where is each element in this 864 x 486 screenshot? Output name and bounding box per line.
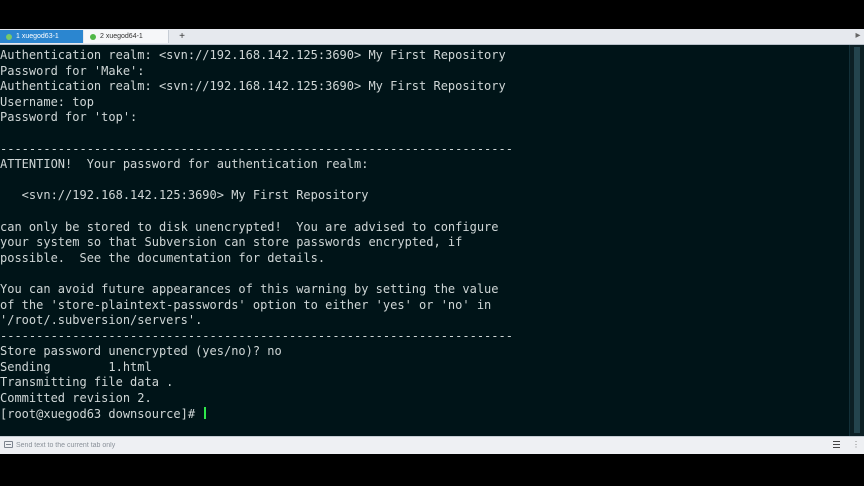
tab-label: 2 xuegod64-1 xyxy=(100,33,143,40)
keyboard-icon xyxy=(4,441,13,448)
tab-session-1[interactable]: 1 xuegod63-1 xyxy=(0,30,83,43)
terminal-line: Transmitting file data . xyxy=(0,375,174,390)
terminal-line: Committed revision 2. xyxy=(0,391,152,406)
terminal-line: Password for 'Make': xyxy=(0,63,145,78)
terminal-line: Password for 'top': xyxy=(0,110,138,125)
terminal-scrollbar[interactable] xyxy=(849,45,864,436)
tab-session-2[interactable]: 2 xuegod64-1 xyxy=(84,30,169,43)
connected-status-icon xyxy=(6,33,12,40)
connected-status-icon xyxy=(90,33,96,40)
add-tab-button[interactable]: + xyxy=(176,29,188,44)
terminal-app-window: 1 xuegod63-1 2 xuegod64-1 + ▸ Authentica… xyxy=(0,29,864,454)
terminal-line: Authentication realm: <svn://192.168.142… xyxy=(0,79,506,94)
terminal-line: Authentication realm: <svn://192.168.142… xyxy=(0,48,506,62)
terminal-line: ----------------------------------------… xyxy=(0,328,513,343)
terminal-line: of the 'store-plaintext-passwords' optio… xyxy=(0,297,492,312)
terminal-line: possible. See the documentation for deta… xyxy=(0,250,326,265)
send-text-bar: ⋮ xyxy=(0,436,864,454)
terminal-line: '/root/.subversion/servers'. xyxy=(0,313,203,328)
terminal-line: <svn://192.168.142.125:3690> My First Re… xyxy=(0,188,369,203)
send-text-input[interactable] xyxy=(16,439,816,451)
terminal-output[interactable]: Authentication realm: <svn://192.168.142… xyxy=(0,45,850,436)
shell-prompt: [root@xuegod63 downsource]# xyxy=(0,406,203,421)
terminal-line: You can avoid future appearances of this… xyxy=(0,281,499,296)
resize-grip-icon[interactable]: ⋮ xyxy=(852,440,860,450)
terminal-line: ATTENTION! Your password for authenticat… xyxy=(0,157,369,172)
video-frame: 1 xuegod63-1 2 xuegod64-1 + ▸ Authentica… xyxy=(0,0,864,486)
terminal-line: Username: top xyxy=(0,94,94,109)
text-cursor xyxy=(204,406,207,419)
menu-icon[interactable] xyxy=(833,441,840,448)
tab-list-icon[interactable]: ▸ xyxy=(854,30,862,42)
terminal-line: can only be stored to disk unencrypted! … xyxy=(0,219,499,234)
tab-bar: 1 xuegod63-1 2 xuegod64-1 + ▸ xyxy=(0,29,864,45)
scrollbar-thumb[interactable] xyxy=(854,47,860,433)
terminal-line: your system so that Subversion can store… xyxy=(0,235,463,250)
terminal-line: ----------------------------------------… xyxy=(0,141,513,156)
terminal-line: Sending 1.html xyxy=(0,359,152,374)
terminal-line: Store password unencrypted (yes/no)? no xyxy=(0,344,282,359)
tab-label: 1 xuegod63-1 xyxy=(16,33,59,40)
terminal-text: Authentication realm: <svn://192.168.142… xyxy=(0,45,850,422)
